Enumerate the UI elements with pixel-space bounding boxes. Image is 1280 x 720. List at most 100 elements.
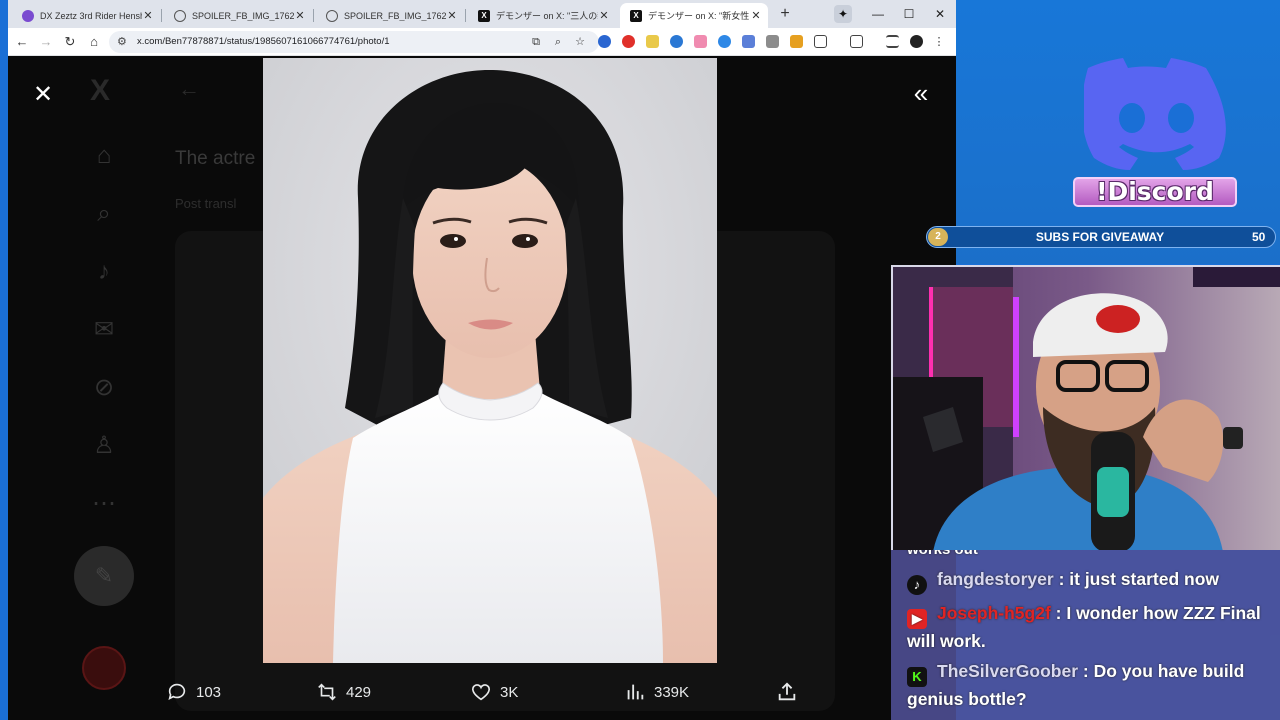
- share-icon: [778, 682, 796, 701]
- menu-kebab-icon[interactable]: ⋮: [932, 34, 946, 50]
- goal-label: SUBS FOR GIVEAWAY: [1035, 230, 1165, 244]
- streamer-webcam-image: [893, 267, 1280, 550]
- reply-button[interactable]: 103: [166, 680, 221, 704]
- compose-post-button[interactable]: ✎: [74, 546, 134, 606]
- browser-tab-active[interactable]: X デモンザー on X: "新女性エージェ ✕: [620, 3, 768, 28]
- extension-icon[interactable]: [718, 35, 731, 48]
- tiktok-icon: ♪: [907, 575, 927, 595]
- heart-icon: [471, 684, 491, 701]
- install-app-icon[interactable]: ⧉: [529, 34, 543, 50]
- share-button[interactable]: [776, 680, 806, 704]
- webcam-feed: [891, 265, 1280, 550]
- x-icon: X: [478, 9, 490, 22]
- back-arrow-icon[interactable]: ←: [178, 76, 200, 102]
- address-bar[interactable]: ⚙ x.com/Ben77878871/status/1985607161066…: [109, 31, 599, 53]
- tab-divider: [465, 9, 466, 22]
- repost-icon: [318, 683, 336, 701]
- extensions-puzzle-icon[interactable]: [814, 35, 827, 48]
- reply-bubble-icon: [168, 683, 186, 700]
- repost-count: 429: [346, 683, 372, 701]
- browser-tab[interactable]: SPOILER_FB_IMG_176222466 ✕: [316, 3, 464, 28]
- back-button[interactable]: ←: [12, 32, 32, 52]
- tab-title: SPOILER_FB_IMG_176222466: [192, 10, 294, 21]
- search-icon[interactable]: ⌕: [88, 198, 120, 230]
- browser-tab[interactable]: DX Zeztz 3rd Rider Henshin V ✕: [12, 3, 160, 28]
- post-photo[interactable]: [263, 58, 717, 663]
- extension-icon[interactable]: [598, 35, 611, 48]
- goal-current-badge: 2: [928, 228, 948, 246]
- close-tab-icon[interactable]: ✕: [446, 9, 458, 22]
- url-text[interactable]: x.com/Ben77878871/status/198560716106677…: [137, 35, 390, 49]
- site-info-icon[interactable]: ⚙: [117, 33, 127, 51]
- close-icon[interactable]: ✕: [28, 80, 58, 110]
- reading-list-icon[interactable]: [886, 35, 899, 48]
- discord-command-label: !Discord: [1073, 177, 1237, 207]
- post-translation-dimmed: Post transl: [175, 196, 237, 211]
- reply-count: 103: [196, 683, 222, 701]
- views-button[interactable]: 339K: [624, 680, 689, 704]
- tab-title: デモンザー on X: "三人の新エージ: [496, 11, 598, 21]
- close-tab-icon[interactable]: ✕: [142, 9, 154, 22]
- discord-logo-icon: [1084, 58, 1226, 170]
- browser-tab[interactable]: X デモンザー on X: "三人の新エージ ✕: [468, 3, 616, 28]
- profile-icon[interactable]: ♙: [88, 430, 120, 462]
- analytics-bars-icon: [627, 684, 644, 700]
- minimize-button[interactable]: —: [863, 3, 893, 25]
- kick-icon: K: [907, 667, 927, 687]
- chat-message-clipped: works out: [907, 550, 1267, 562]
- chat-message: ▶ Joseph-h5g2f : I wonder how ZZZ Final w…: [907, 601, 1267, 653]
- x-logo[interactable]: X: [90, 74, 110, 108]
- close-tab-icon[interactable]: ✕: [294, 9, 306, 22]
- chat-username: Joseph-h5g2f: [937, 603, 1051, 623]
- grok-icon[interactable]: ⊘: [88, 372, 120, 404]
- portrait-image: [263, 58, 717, 663]
- stream-chat: works out ♪ fangdestoryer : it just start…: [891, 550, 1280, 720]
- toy-icon: [22, 9, 34, 22]
- search-tabs-icon[interactable]: [850, 35, 863, 48]
- zoom-icon[interactable]: ⌕: [551, 34, 565, 50]
- tab-title: デモンザー on X: "新女性エージェ: [648, 11, 750, 21]
- bookmark-star-icon[interactable]: ☆: [573, 34, 587, 50]
- maximize-button[interactable]: ☐: [894, 3, 924, 25]
- extension-icon[interactable]: [622, 35, 635, 48]
- close-tab-icon[interactable]: ✕: [598, 9, 610, 22]
- forward-button[interactable]: →: [36, 32, 56, 52]
- tab-divider: [161, 9, 162, 22]
- chat-text: : it just started now: [1058, 569, 1220, 589]
- chat-username: TheSilverGoober: [937, 661, 1079, 681]
- tab-strip: DX Zeztz 3rd Rider Henshin V ✕ SPOILER_F…: [8, 0, 956, 28]
- extension-icon[interactable]: [766, 35, 779, 48]
- home-icon[interactable]: ⌂: [84, 32, 104, 52]
- more-icon[interactable]: ⋯: [88, 488, 120, 520]
- extension-icon[interactable]: [790, 35, 803, 48]
- messages-mail-icon[interactable]: ✉: [88, 314, 120, 346]
- like-count: 3K: [500, 683, 519, 701]
- tab-title: SPOILER_FB_IMG_176222466: [344, 10, 446, 21]
- extension-icon[interactable]: [742, 35, 755, 48]
- sparkle-icon[interactable]: ✦: [834, 5, 852, 23]
- account-avatar[interactable]: [82, 646, 126, 690]
- profile-avatar[interactable]: [910, 35, 923, 48]
- extension-icon[interactable]: [646, 35, 659, 48]
- like-button[interactable]: 3K: [470, 680, 518, 704]
- notifications-bell-icon[interactable]: ♪: [88, 256, 120, 288]
- reload-button[interactable]: ↻: [60, 32, 80, 52]
- new-tab-button[interactable]: +: [776, 5, 794, 23]
- globe-icon: [326, 9, 338, 22]
- browser-tab[interactable]: SPOILER_FB_IMG_176222466 ✕: [164, 3, 312, 28]
- repost-button[interactable]: 429: [316, 680, 371, 704]
- extension-icon[interactable]: [670, 35, 683, 48]
- extension-icon[interactable]: [694, 35, 707, 48]
- browser-window: DX Zeztz 3rd Rider Henshin V ✕ SPOILER_F…: [8, 0, 956, 720]
- chat-username: fangdestoryer: [937, 569, 1054, 589]
- home-icon[interactable]: ⌂: [88, 140, 120, 172]
- view-count: 339K: [654, 683, 690, 701]
- tab-title: DX Zeztz 3rd Rider Henshin V: [40, 10, 142, 21]
- globe-icon: [174, 9, 186, 22]
- collapse-sidebar-icon[interactable]: «: [906, 78, 936, 108]
- goal-target: 50: [1252, 230, 1266, 244]
- close-tab-icon[interactable]: ✕: [750, 9, 762, 22]
- close-window-button[interactable]: ✕: [925, 3, 955, 25]
- tab-divider: [313, 9, 314, 22]
- chat-message: K TheSilverGoober : Do you have build gen…: [907, 659, 1267, 711]
